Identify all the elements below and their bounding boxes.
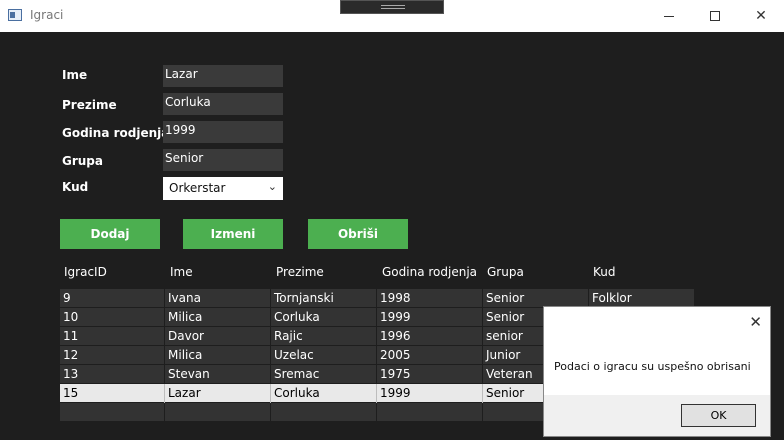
cell-prezime: Rajic xyxy=(270,327,376,346)
minimize-button[interactable] xyxy=(646,0,692,32)
title-bar: Igraci ✕ xyxy=(0,0,784,32)
cell-igracid: 13 xyxy=(63,367,79,381)
dodaj-button[interactable]: Dodaj xyxy=(60,219,160,249)
godina-field[interactable]: 1999 xyxy=(163,121,283,143)
cell-prezime: Sremac xyxy=(270,365,376,384)
label-ime: Ime xyxy=(62,68,88,82)
col-header-ime[interactable]: Ime xyxy=(170,265,193,279)
cell-igracid: 10 xyxy=(63,310,79,324)
cell-igracid xyxy=(60,403,164,422)
cell-ime: Stevan xyxy=(164,365,270,384)
drag-handle[interactable] xyxy=(340,0,444,14)
ime-field[interactable]: Lazar xyxy=(163,65,283,87)
cell-igracid: 15 xyxy=(63,386,79,400)
window-title: Igraci xyxy=(30,8,64,22)
cell-ime: Lazar xyxy=(164,384,270,403)
cell-igracid: 11 xyxy=(63,329,79,343)
cell-prezime: Tornjanski xyxy=(270,289,376,308)
dialog-close-icon[interactable]: ✕ xyxy=(749,313,762,331)
prezime-field[interactable]: Corluka xyxy=(163,93,283,115)
app-window-icon xyxy=(8,9,22,21)
cell-prezime: Corluka xyxy=(270,308,376,327)
col-header-grupa[interactable]: Grupa xyxy=(487,265,524,279)
obrisi-button[interactable]: Obriši xyxy=(308,219,408,249)
grupa-field[interactable]: Senior xyxy=(163,149,283,171)
cell-prezime xyxy=(270,403,376,422)
cell-prezime: Corluka xyxy=(270,384,376,403)
maximize-button[interactable] xyxy=(692,0,738,32)
ok-button[interactable]: OK xyxy=(681,404,756,427)
minimize-icon xyxy=(664,15,674,17)
col-header-prezime[interactable]: Prezime xyxy=(276,265,324,279)
cell-ime: Milica xyxy=(164,308,270,327)
kud-select-value: Orkerstar xyxy=(169,181,226,195)
cell-godina: 1996 xyxy=(376,327,482,346)
close-icon: ✕ xyxy=(755,8,767,24)
cell-ime xyxy=(164,403,270,422)
cell-godina: 1999 xyxy=(376,384,482,403)
grid-header: IgracID Ime Prezime Godina rodjenja Grup… xyxy=(60,262,700,284)
col-header-igracid[interactable]: IgracID xyxy=(64,265,107,279)
label-grupa: Grupa xyxy=(62,154,103,168)
cell-prezime: Uzelac xyxy=(270,346,376,365)
close-button[interactable]: ✕ xyxy=(738,0,784,32)
izmeni-button[interactable]: Izmeni xyxy=(183,219,283,249)
cell-godina: 1999 xyxy=(376,308,482,327)
label-prezime: Prezime xyxy=(62,98,117,112)
cell-godina: 2005 xyxy=(376,346,482,365)
col-header-kud[interactable]: Kud xyxy=(593,265,616,279)
dialog-message: Podaci o igracu su uspešno obrisani xyxy=(554,360,751,373)
label-godina: Godina rodjenja xyxy=(62,126,170,140)
maximize-icon xyxy=(710,11,720,21)
label-kud: Kud xyxy=(62,180,89,194)
col-header-godina[interactable]: Godina rodjenja xyxy=(382,265,477,279)
chevron-down-icon: ⌄ xyxy=(267,180,277,193)
cell-godina: 1975 xyxy=(376,365,482,384)
cell-godina xyxy=(376,403,482,422)
cell-ime: Davor xyxy=(164,327,270,346)
cell-igracid: 12 xyxy=(63,348,79,362)
cell-ime: Milica xyxy=(164,346,270,365)
message-dialog: ✕ Podaci o igracu su uspešno obrisani OK xyxy=(543,306,771,437)
kud-select[interactable]: Orkerstar ⌄ xyxy=(163,177,283,200)
cell-igracid: 9 xyxy=(63,291,71,305)
cell-godina: 1998 xyxy=(376,289,482,308)
cell-ime: Ivana xyxy=(164,289,270,308)
